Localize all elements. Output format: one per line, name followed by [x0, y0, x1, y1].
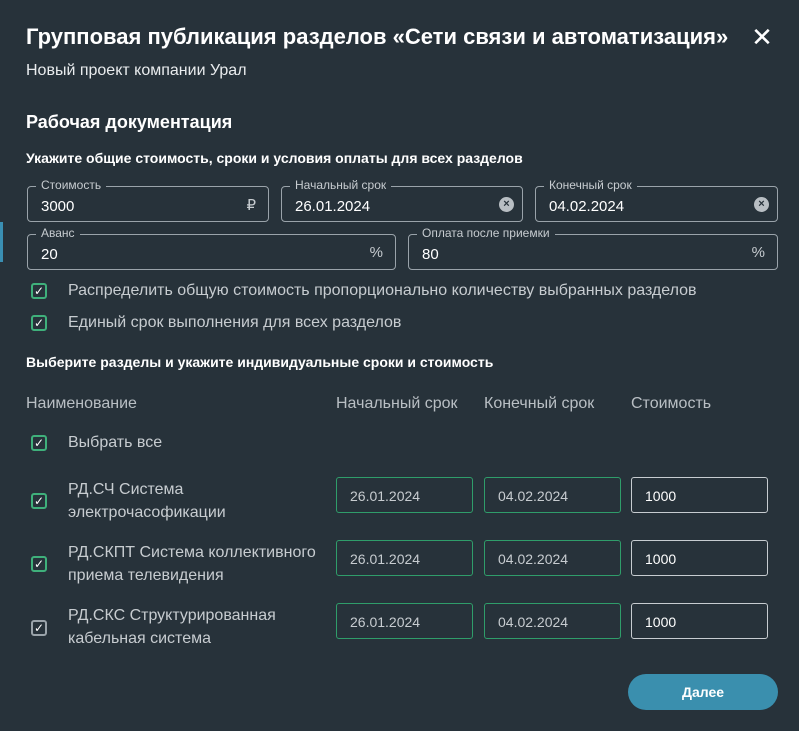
single-deadline-label: Единый срок выполнения для всех разделов [68, 314, 402, 331]
after-accept-field[interactable]: Оплата после приемки 80 % [408, 226, 778, 270]
column-cost: Стоимость [631, 395, 712, 412]
row-name-line: кабельная система [68, 630, 211, 647]
row-name: РД.СКПТ Система коллективного приема тел… [68, 541, 328, 587]
select-all-label: Выбрать все [68, 434, 163, 451]
row-name-line: РД.СКС Структурированная [68, 607, 276, 624]
row-name-line: РД.СКПТ Система коллективного [68, 544, 316, 561]
column-start: Начальный срок [336, 395, 458, 412]
row-cost[interactable]: 1000 [631, 477, 768, 513]
cost-field[interactable]: Стоимость 3000 ₽ [27, 178, 269, 222]
side-accent [0, 222, 3, 262]
cost-value: 3000 [41, 198, 75, 215]
advance-field[interactable]: Аванс 20 % [27, 226, 396, 270]
row-name: РД.СЧ Система электрочасофикации [68, 478, 328, 524]
select-all-checkbox[interactable]: ✓ [31, 435, 47, 451]
after-accept-value: 80 [422, 246, 439, 263]
row-checkbox[interactable]: ✓ [31, 493, 47, 509]
next-button[interactable]: Далее [628, 674, 778, 710]
section-title: Рабочая документация [26, 112, 233, 132]
sections-heading: Выберите разделы и укажите индивидуальны… [26, 354, 494, 370]
start-date-field[interactable]: Начальный срок 26.01.2024 × [281, 178, 523, 222]
row-end-date[interactable]: 04.02.2024 [484, 540, 621, 576]
row-name-line: РД.СЧ Система [68, 481, 184, 498]
publish-dialog: Групповая публикация разделов «Сети связ… [0, 0, 799, 731]
row-name-line: приема телевидения [68, 567, 224, 584]
clear-icon[interactable]: × [754, 197, 769, 212]
column-end: Конечный срок [484, 395, 595, 412]
row-name-line: электрочасофикации [68, 504, 226, 521]
row-end-date[interactable]: 04.02.2024 [484, 603, 621, 639]
distribute-label: Распределить общую стоимость пропорциона… [68, 282, 697, 299]
row-start-date[interactable]: 26.01.2024 [336, 540, 473, 576]
dialog-subtitle: Новый проект компании Урал [26, 62, 247, 79]
row-cost[interactable]: 1000 [631, 603, 768, 639]
single-deadline-checkbox[interactable]: ✓ [31, 315, 47, 331]
row-end-date[interactable]: 04.02.2024 [484, 477, 621, 513]
row-start-date[interactable]: 26.01.2024 [336, 603, 473, 639]
percent-icon: % [751, 244, 765, 261]
start-date-value: 26.01.2024 [295, 198, 371, 215]
distribute-checkbox[interactable]: ✓ [31, 283, 47, 299]
row-start-date[interactable]: 26.01.2024 [336, 477, 473, 513]
cost-label: Стоимость [36, 178, 107, 192]
start-date-label: Начальный срок [290, 178, 392, 192]
end-date-value: 04.02.2024 [549, 198, 625, 215]
advance-label: Аванс [36, 226, 80, 240]
clear-icon[interactable]: × [499, 197, 514, 212]
percent-icon: % [369, 244, 383, 261]
close-icon[interactable]: ✕ [750, 24, 774, 50]
dialog-title: Групповая публикация разделов «Сети связ… [26, 24, 729, 49]
advance-value: 20 [41, 246, 58, 263]
ruble-icon: ₽ [246, 197, 256, 214]
row-cost[interactable]: 1000 [631, 540, 768, 576]
end-date-label: Конечный срок [544, 178, 637, 192]
row-name: РД.СКС Структурированная кабельная систе… [68, 604, 328, 650]
after-accept-label: Оплата после приемки [417, 226, 555, 240]
end-date-field[interactable]: Конечный срок 04.02.2024 × [535, 178, 778, 222]
row-checkbox[interactable]: ✓ [31, 556, 47, 572]
column-name: Наименование [26, 395, 137, 412]
common-heading: Укажите общие стоимость, сроки и условия… [26, 150, 523, 166]
row-checkbox[interactable]: ✓ [31, 620, 47, 636]
